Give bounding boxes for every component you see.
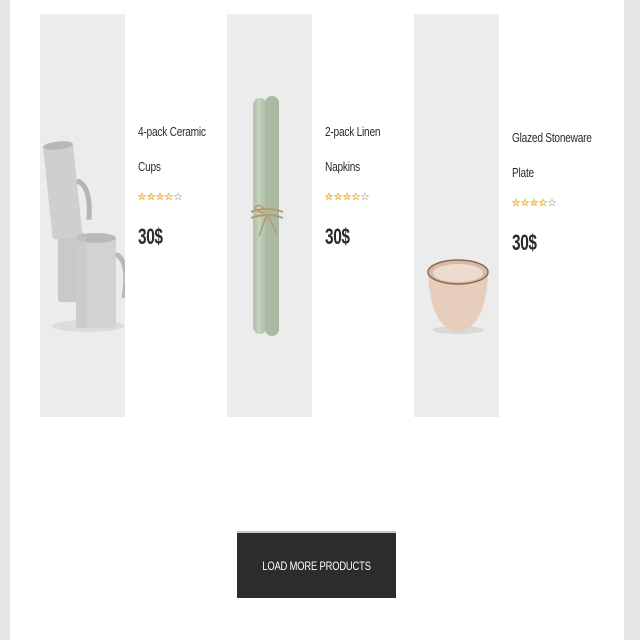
star-empty-icon [361,191,369,200]
star-filled-icon [352,191,360,200]
product-name-line1: 2-pack Linen [325,124,381,139]
product-name[interactable]: 4-pack Ceramic Cups [138,114,224,184]
product-name-line2: Plate [512,165,534,180]
star-rating [325,188,405,204]
star-filled-icon [156,191,164,200]
star-empty-icon [548,197,556,206]
star-filled-icon [521,197,529,206]
product-name-line1: Glazed Stoneware [512,130,592,145]
product-info: 2-pack Linen Napkins 30$ [325,114,405,250]
load-more-products-button[interactable]: LOAD MORE PRODUCTS [237,531,396,598]
product-grid-page: 4-pack Ceramic Cups 30$ 2-pack Linen Nap… [10,0,624,640]
stoneware-bowl-image [414,14,499,417]
product-name-line2: Cups [138,159,161,174]
star-rating [138,188,218,204]
star-filled-icon [530,197,538,206]
product-price: 30$ [512,230,537,255]
star-filled-icon [539,197,547,206]
product-image-linen-napkins[interactable] [227,14,312,417]
star-filled-icon [512,197,520,206]
star-filled-icon [138,191,146,200]
star-filled-icon [343,191,351,200]
star-empty-icon [174,191,182,200]
product-name[interactable]: 2-pack Linen Napkins [325,114,411,184]
product-image-stoneware-plate[interactable] [414,14,499,417]
star-filled-icon [147,191,155,200]
product-name-line2: Napkins [325,159,361,174]
star-filled-icon [334,191,342,200]
rolled-napkins-image [227,14,312,417]
product-image-ceramic-cups[interactable] [40,14,125,417]
product-price: 30$ [138,224,163,249]
load-more-label: LOAD MORE PRODUCTS [262,558,371,573]
product-info: 4-pack Ceramic Cups 30$ [138,114,218,250]
product-name[interactable]: Glazed Stoneware Plate [512,120,598,190]
product-info: Glazed Stoneware Plate 30$ [512,120,592,256]
product-name-line1: 4-pack Ceramic [138,124,206,139]
star-rating [512,194,592,210]
star-filled-icon [165,191,173,200]
ceramic-mugs-image [40,14,125,417]
product-price: 30$ [325,224,350,249]
star-filled-icon [325,191,333,200]
